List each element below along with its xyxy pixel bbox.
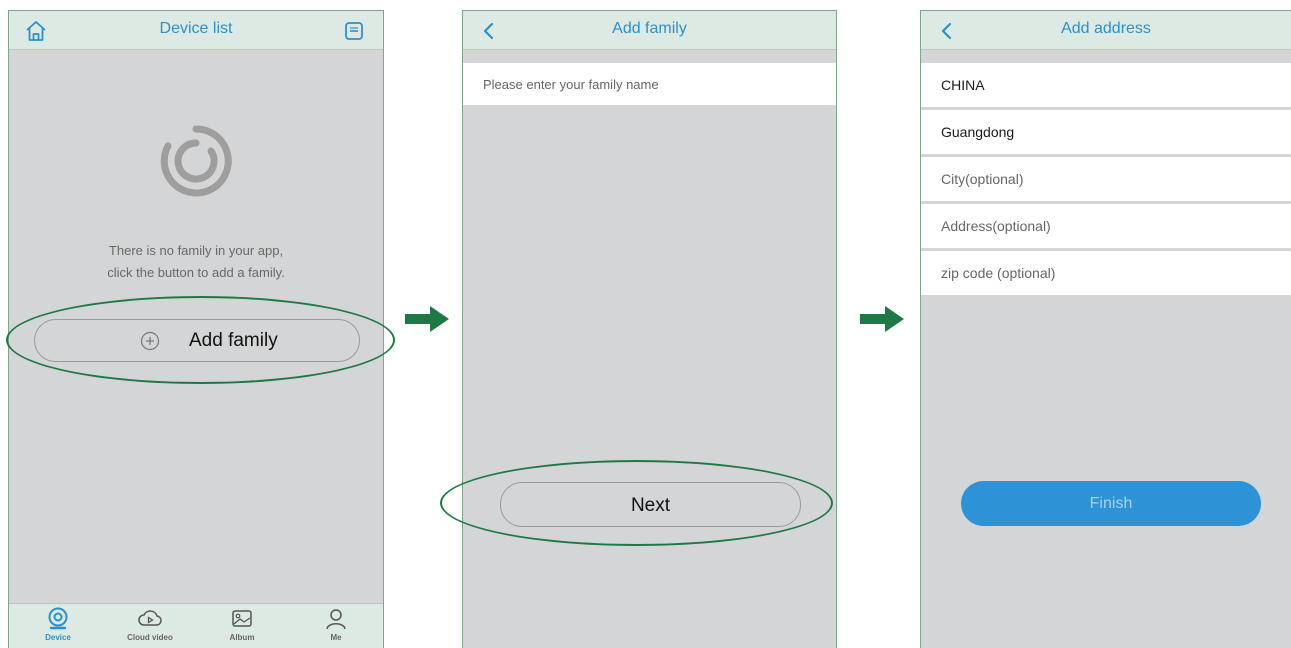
zip-code-field[interactable]	[921, 251, 1291, 295]
address-row	[921, 204, 1291, 248]
device-list-screen: Device list There is no family in your a…	[8, 10, 384, 648]
plus-circle-icon	[139, 330, 161, 352]
finish-button[interactable]: Finish	[961, 481, 1261, 526]
tab-label: Me	[330, 633, 342, 642]
app-logo-icon	[156, 121, 236, 201]
province-row	[921, 110, 1291, 154]
next-label: Next	[630, 495, 671, 516]
country-field[interactable]	[921, 63, 1291, 107]
page-title: Add address	[1061, 20, 1151, 37]
menu-icon[interactable]	[343, 20, 365, 42]
top-bar: Add address	[921, 11, 1291, 50]
next-button[interactable]: Next	[500, 482, 801, 527]
tab-device[interactable]: Device	[23, 606, 93, 642]
add-family-label: Add family	[189, 330, 278, 351]
empty-state-message: There is no family in your app, click th…	[9, 240, 383, 284]
top-bar: Add family	[463, 11, 836, 50]
person-icon	[326, 609, 346, 630]
add-family-button[interactable]: Add family	[34, 319, 360, 362]
zip-row	[921, 251, 1291, 295]
family-name-input[interactable]	[463, 63, 836, 105]
bottom-tab-bar: Device Cloud video Album Me	[9, 603, 383, 648]
tab-me[interactable]: Me	[301, 606, 371, 642]
empty-message-line: There is no family in your app,	[108, 243, 284, 258]
page-title: Device list	[159, 20, 233, 37]
page-title: Add family	[612, 20, 687, 37]
tab-label: Album	[229, 633, 255, 642]
address-field[interactable]	[921, 204, 1291, 248]
camera-icon	[48, 607, 68, 630]
city-row	[921, 157, 1291, 201]
tab-album[interactable]: Album	[207, 606, 277, 642]
city-field[interactable]	[921, 157, 1291, 201]
add-address-screen: Add address Finish	[920, 10, 1291, 648]
add-family-screen: Add family Next	[462, 10, 837, 648]
tab-cloud-video[interactable]: Cloud video	[115, 606, 185, 642]
tab-label: Cloud video	[127, 633, 173, 642]
empty-message-line: click the button to add a family.	[107, 265, 285, 280]
province-field[interactable]	[921, 110, 1291, 154]
arrow-right-icon	[860, 306, 904, 332]
cloud-play-icon	[138, 610, 162, 626]
family-name-row	[463, 63, 836, 105]
top-bar: Device list	[9, 11, 383, 50]
tab-label: Device	[45, 633, 71, 642]
country-row	[921, 63, 1291, 107]
image-icon	[232, 610, 252, 627]
arrow-right-icon	[405, 306, 449, 332]
